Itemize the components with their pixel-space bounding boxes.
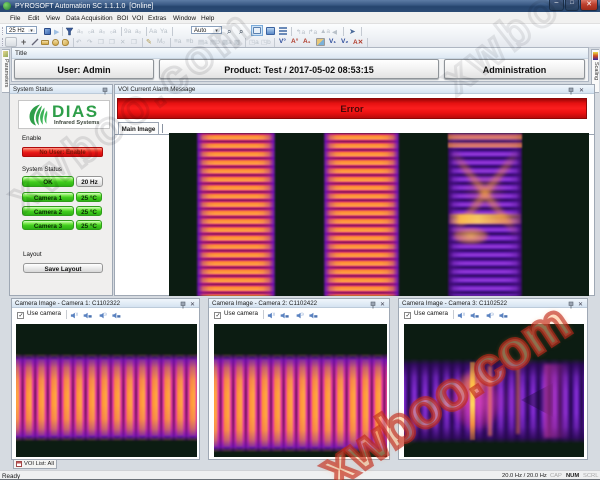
svg-text:)): )) <box>76 312 78 316</box>
svg-text:)): )) <box>301 312 303 316</box>
svg-text:)): )) <box>463 312 465 316</box>
svg-text:)): )) <box>273 312 275 316</box>
svg-text:)): )) <box>491 312 493 316</box>
svg-text:)): )) <box>104 312 106 316</box>
